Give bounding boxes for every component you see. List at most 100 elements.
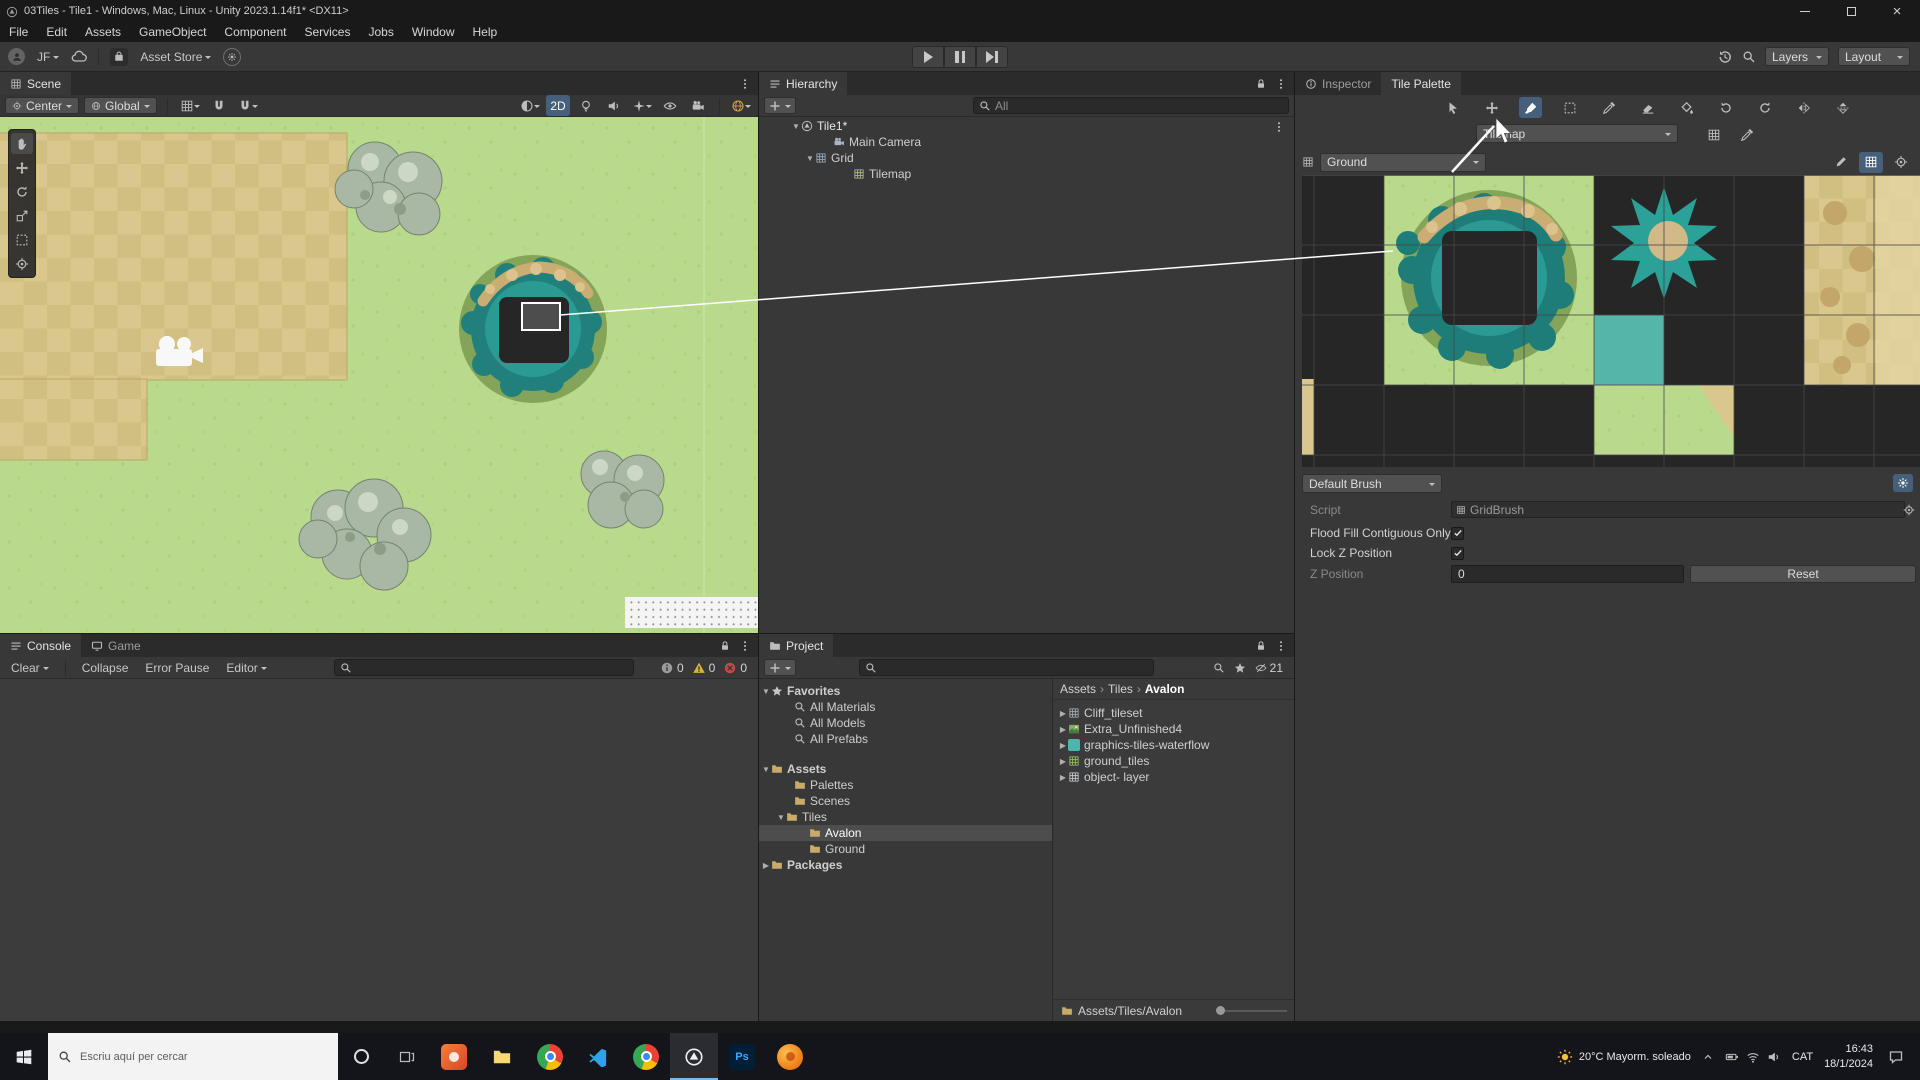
file-row[interactable]: ▶Cliff_tileset: [1054, 705, 1294, 721]
scene-viewport[interactable]: [0, 117, 758, 633]
tool-handle-rotation-dropdown[interactable]: Global: [84, 97, 157, 114]
menu-assets[interactable]: Assets: [76, 22, 130, 42]
project-hidden-count-badge[interactable]: 21: [1255, 661, 1283, 675]
project-add-dropdown[interactable]: [764, 659, 796, 676]
console-log-area[interactable]: [0, 679, 758, 1021]
tilemap-grid-icon[interactable]: [1702, 124, 1726, 145]
palette-gizmos-icon[interactable]: [1889, 152, 1913, 173]
taskbar-chrome-2[interactable]: [622, 1033, 670, 1080]
console-error-pause-toggle[interactable]: Error Pause: [139, 659, 215, 677]
tree-favorites[interactable]: ▼Favorites: [759, 683, 1052, 699]
menu-services[interactable]: Services: [295, 22, 359, 42]
hierarchy-row-grid[interactable]: ▼ Grid: [759, 150, 1294, 166]
breadcrumb-avalon[interactable]: Avalon: [1145, 682, 1185, 696]
palette-dropdown[interactable]: Ground: [1320, 153, 1486, 172]
file-row[interactable]: ▶graphics-tiles-waterflow: [1054, 737, 1294, 753]
breadcrumb-assets[interactable]: Assets: [1060, 682, 1096, 696]
2d-mode-button[interactable]: 2D: [546, 95, 570, 116]
asset-store-dropdown[interactable]: Asset Store: [134, 48, 217, 66]
snap-magnet-icon[interactable]: [207, 95, 231, 116]
battery-icon[interactable]: [1725, 1049, 1739, 1064]
maximize-button[interactable]: [1828, 0, 1874, 22]
palette-edit-pencil-icon[interactable]: [1829, 152, 1853, 173]
language-indicator[interactable]: CAT: [1788, 1051, 1817, 1063]
network-icon[interactable]: [1746, 1049, 1760, 1064]
script-object-field[interactable]: GridBrush: [1451, 501, 1905, 518]
cortana-button[interactable]: [338, 1033, 384, 1080]
shading-mode-dropdown[interactable]: [518, 95, 542, 116]
taskbar-chrome[interactable]: [526, 1033, 574, 1080]
tree-all-prefabs[interactable]: All Prefabs: [759, 731, 1052, 747]
hierarchy-row-tilemap[interactable]: Tilemap: [759, 166, 1294, 182]
volume-icon[interactable]: [1767, 1049, 1781, 1064]
taskbar-file-explorer[interactable]: [478, 1033, 526, 1080]
console-lock-icon[interactable]: [719, 639, 731, 653]
clock[interactable]: 16:43 18/1/2024: [1824, 1042, 1873, 1072]
file-row[interactable]: ▶object- layer: [1054, 769, 1294, 785]
scene-canvas[interactable]: [0, 117, 758, 633]
flood-fill-checkbox[interactable]: [1451, 527, 1464, 540]
reset-button[interactable]: Reset: [1690, 565, 1916, 583]
breadcrumb-tiles[interactable]: Tiles: [1108, 682, 1133, 696]
tree-scenes[interactable]: Scenes: [759, 793, 1052, 809]
scene-audio-icon[interactable]: [602, 95, 626, 116]
grid-visibility-dropdown[interactable]: [178, 95, 202, 116]
step-button[interactable]: [976, 46, 1008, 68]
tab-hierarchy[interactable]: Hierarchy: [759, 72, 847, 95]
file-row[interactable]: ▶Extra_Unfinished4: [1054, 721, 1294, 737]
tree-palettes[interactable]: Palettes: [759, 777, 1052, 793]
effects-dropdown[interactable]: [630, 95, 654, 116]
taskbar-photoshop[interactable]: Ps: [718, 1033, 766, 1080]
notification-center-icon[interactable]: [1880, 1049, 1912, 1065]
grid-snap-dropdown[interactable]: [236, 95, 260, 116]
tile-select-tool[interactable]: [1441, 97, 1464, 118]
console-collapse-toggle[interactable]: Collapse: [76, 659, 135, 677]
services-icon[interactable]: [223, 48, 241, 66]
tray-expand-icon[interactable]: [1698, 1050, 1718, 1064]
tree-tiles[interactable]: ▼Tiles: [759, 809, 1052, 825]
tile-flood-fill-tool[interactable]: [1675, 97, 1698, 118]
taskbar-vscode[interactable]: [574, 1033, 622, 1080]
project-search-input[interactable]: [859, 659, 1154, 676]
hierarchy-row-main-camera[interactable]: Main Camera: [759, 134, 1294, 150]
scene-menu-icon[interactable]: [739, 77, 751, 91]
thumbnail-zoom-slider[interactable]: [1216, 1006, 1287, 1015]
cloud-icon[interactable]: [71, 49, 87, 65]
tile-rotate-cw-tool[interactable]: [1753, 97, 1776, 118]
tree-avalon[interactable]: Avalon: [759, 825, 1052, 841]
layers-dropdown[interactable]: Layers: [1765, 47, 1829, 66]
menu-window[interactable]: Window: [403, 22, 464, 42]
brush-dropdown[interactable]: Default Brush: [1302, 474, 1442, 493]
task-view-button[interactable]: [384, 1033, 430, 1080]
script-menu-icon[interactable]: [1903, 503, 1915, 517]
tile-flip-y-tool[interactable]: [1831, 97, 1854, 118]
project-search-by-type-icon[interactable]: [1213, 661, 1225, 675]
scale-tool[interactable]: [11, 205, 33, 226]
tab-tile-palette[interactable]: Tile Palette: [1381, 72, 1461, 95]
account-dropdown[interactable]: JF: [31, 48, 65, 66]
scene-row-menu-icon[interactable]: [1273, 119, 1285, 133]
hierarchy-menu-icon[interactable]: [1275, 77, 1287, 91]
pause-button[interactable]: [944, 46, 976, 68]
layout-dropdown[interactable]: Layout: [1838, 47, 1910, 66]
tile-eraser-tool[interactable]: [1636, 97, 1659, 118]
tab-scene[interactable]: Scene: [0, 72, 71, 95]
tile-flip-x-tool[interactable]: [1792, 97, 1815, 118]
tab-inspector[interactable]: Inspector: [1295, 72, 1381, 95]
palette-grid-toggle-icon[interactable]: [1859, 152, 1883, 173]
camera-settings-icon[interactable]: [686, 95, 710, 116]
lock-z-checkbox[interactable]: [1451, 547, 1464, 560]
tile-palette-canvas[interactable]: [1302, 175, 1920, 467]
minimize-button[interactable]: [1782, 0, 1828, 22]
tab-project[interactable]: Project: [759, 634, 833, 657]
tilemap-picker-icon[interactable]: [1735, 124, 1759, 145]
project-menu-icon[interactable]: [1275, 639, 1287, 653]
hierarchy-add-dropdown[interactable]: [764, 97, 796, 114]
scene-visibility-icon[interactable]: [658, 95, 682, 116]
project-favorite-star-icon[interactable]: [1234, 661, 1246, 675]
tool-handle-position-dropdown[interactable]: Center: [5, 97, 79, 114]
tree-all-materials[interactable]: All Materials: [759, 699, 1052, 715]
tile-paint-brush-tool[interactable]: [1519, 97, 1542, 118]
view-hand-tool[interactable]: [11, 133, 33, 154]
menu-edit[interactable]: Edit: [37, 22, 76, 42]
